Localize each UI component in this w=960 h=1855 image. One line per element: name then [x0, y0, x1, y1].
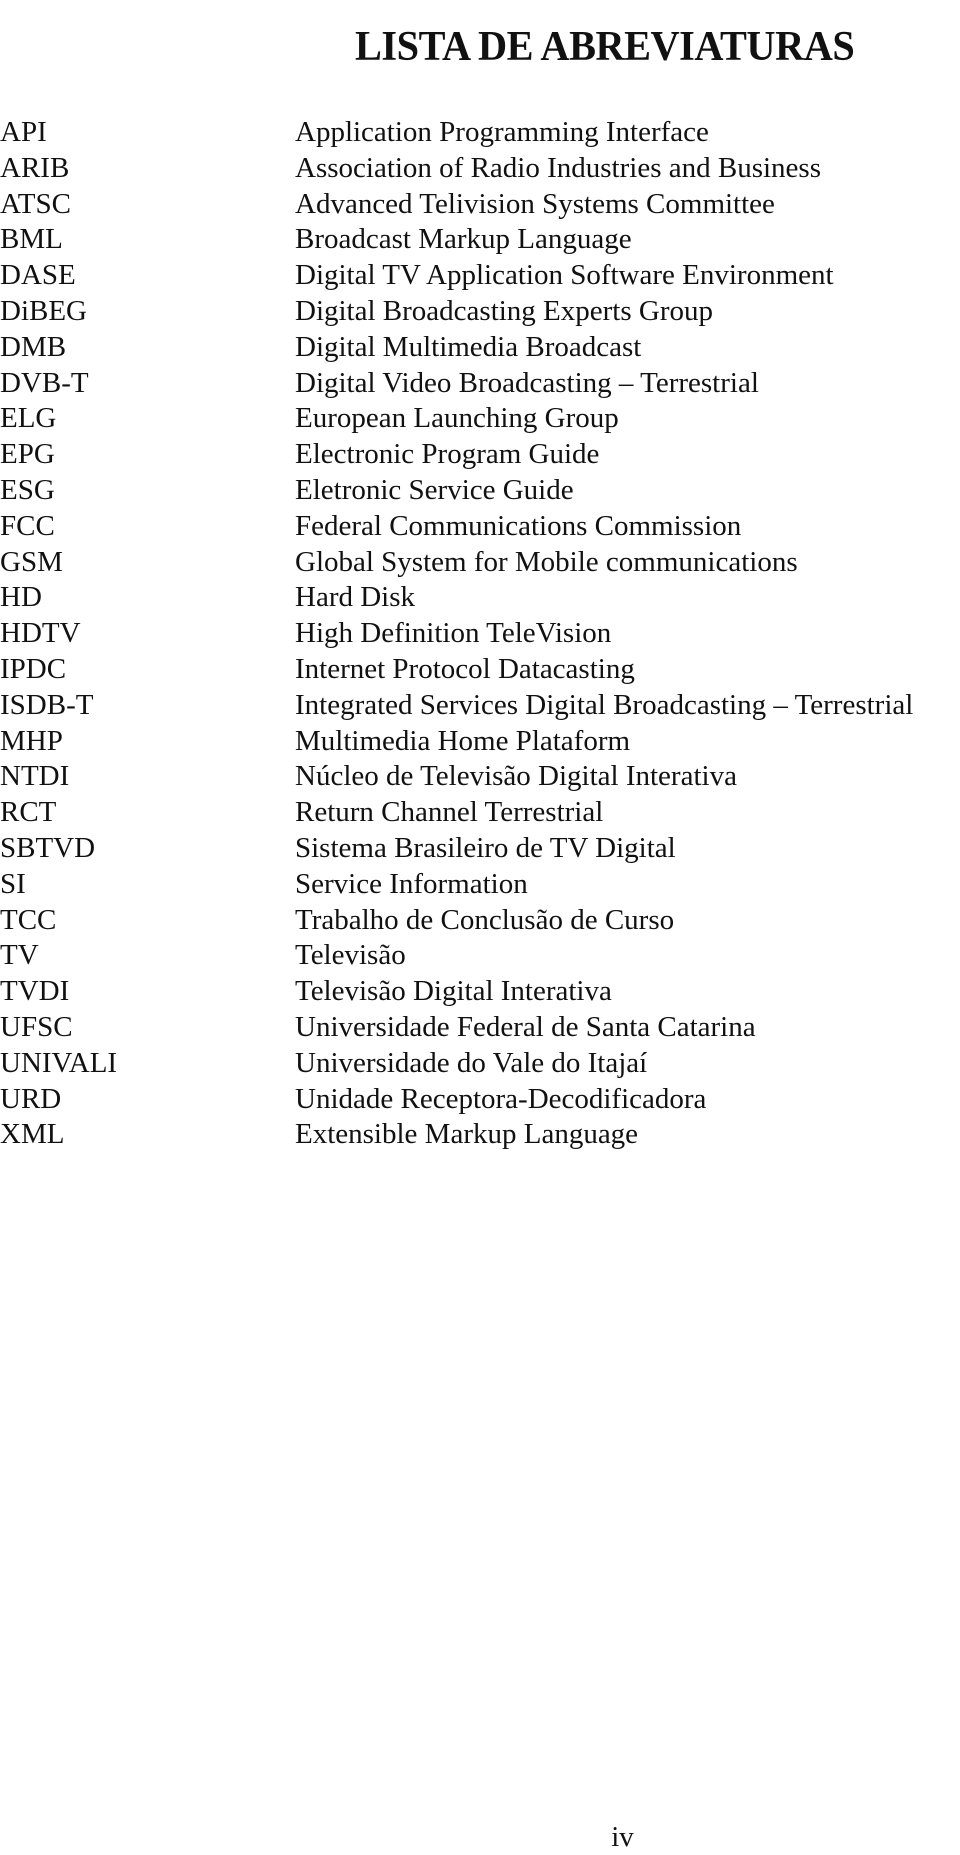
abbreviation-row: RCT Return Channel Terrestrial — [0, 795, 960, 831]
abbreviation-row: TVDI Televisão Digital Interativa — [0, 974, 960, 1010]
abbreviation-row: ARIB Association of Radio Industries and … — [0, 151, 960, 187]
abbreviation-term: API — [0, 116, 47, 148]
abbreviation-term: XML — [0, 1118, 65, 1151]
abbreviation-term: HDTV — [0, 617, 81, 650]
abbreviation-row: NTDI Núcleo de Televisão Digital Interati… — [0, 759, 960, 795]
abbreviation-definition: Digital Broadcasting Experts Group — [295, 294, 713, 327]
abbreviation-term: DiBEG — [0, 294, 87, 327]
abbreviation-row: TV Televisão — [0, 938, 960, 974]
abbreviation-definition: Eletronic Service Guide — [295, 473, 574, 506]
abbreviation-definition: Multimedia Home Plataform — [295, 724, 631, 757]
abbreviation-row: UNIVALI Universidade do Vale do Itajaí — [0, 1046, 960, 1082]
abbreviation-term: RCT — [0, 796, 57, 829]
abbreviation-row: XML Extensible Markup Language — [0, 1117, 960, 1153]
abbreviation-definition: Trabalho de Conclusão de Curso — [295, 903, 675, 936]
abbreviation-definition: Federal Communications Commission — [295, 509, 742, 542]
abbreviation-term: URD — [0, 1082, 62, 1115]
abbreviation-definition: Application Programming Interface — [295, 116, 709, 148]
abbreviation-row: ELG European Launching Group — [0, 401, 960, 437]
page-title: LISTA DE ABREVIATURAS — [355, 24, 855, 71]
abbreviation-definition: Global System for Mobile communications — [295, 545, 798, 578]
abbreviation-row: URD Unidade Receptora-Decodificadora — [0, 1082, 960, 1118]
abbreviation-definition: Digital TV Application Software Environm… — [295, 259, 834, 292]
abbreviation-term: BML — [0, 223, 63, 256]
abbreviation-row: DiBEG Digital Broadcasting Experts Group — [0, 294, 960, 330]
abbreviation-row: GSM Global System for Mobile communicatio… — [0, 545, 960, 581]
abbreviation-row: HDTV High Definition TeleVision — [0, 616, 960, 652]
abbreviation-row: BML Broadcast Markup Language — [0, 222, 960, 258]
abbreviation-term: DMB — [0, 330, 67, 363]
abbreviation-term: EPG — [0, 438, 55, 471]
abbreviation-definition: Service Information — [295, 867, 528, 900]
abbreviation-row: UFSC Universidade Federal de Santa Catari… — [0, 1010, 960, 1046]
abbreviation-definition: Extensible Markup Language — [295, 1118, 639, 1151]
abbreviation-row: ATSC Advanced Telivision Systems Committe… — [0, 187, 960, 223]
abbreviation-definition: Internet Protocol Datacasting — [295, 652, 635, 685]
abbreviation-term: ISDB-T — [0, 688, 94, 721]
abbreviation-term: SI — [0, 867, 26, 900]
abbreviation-term: FCC — [0, 509, 55, 542]
abbreviation-row: IPDC Internet Protocol Datacasting — [0, 652, 960, 688]
abbreviation-term: UNIVALI — [0, 1046, 118, 1079]
abbreviation-definition: Núcleo de Televisão Digital Interativa — [295, 760, 737, 793]
abbreviation-definition: High Definition TeleVision — [295, 617, 612, 650]
abbreviation-row: DVB-T Digital Video Broadcasting – Terres… — [0, 366, 960, 402]
abbreviation-definition: European Launching Group — [295, 402, 619, 435]
abbreviation-term: ARIB — [0, 151, 70, 184]
abbreviation-definition: Return Channel Terrestrial — [295, 796, 604, 829]
abbreviation-definition: Digital Video Broadcasting – Terrestrial — [295, 366, 759, 399]
abbreviation-row: ESG Eletronic Service Guide — [0, 473, 960, 509]
abbreviation-row: DMB Digital Multimedia Broadcast — [0, 330, 960, 366]
abbreviation-definition: Digital Multimedia Broadcast — [295, 330, 642, 363]
abbreviation-definition: Universidade Federal de Santa Catarina — [295, 1010, 756, 1043]
abbreviation-row: API Application Programming Interface — [0, 115, 960, 151]
abbreviation-definition: Televisão — [295, 939, 406, 972]
abbreviation-row: DASE Digital TV Application Software Envi… — [0, 258, 960, 294]
abbreviation-row: HD Hard Disk — [0, 580, 960, 616]
abbreviation-definition: Broadcast Markup Language — [295, 223, 632, 256]
abbreviation-definition: Advanced Telivision Systems Committee — [295, 187, 775, 220]
abbreviation-term: ESG — [0, 473, 55, 506]
abbreviation-term: TCC — [0, 903, 57, 936]
abbreviation-definition: Universidade do Vale do Itajaí — [295, 1046, 648, 1079]
abbreviation-term: HD — [0, 581, 42, 614]
abbreviation-definition: Sistema Brasileiro de TV Digital — [295, 831, 676, 864]
abbreviation-term: DASE — [0, 259, 76, 292]
abbreviation-row: ISDB-T Integrated Services Digital Broadc… — [0, 688, 960, 724]
abbreviation-definition: Integrated Services Digital Broadcasting… — [295, 688, 914, 721]
abbreviation-row: SBTVD Sistema Brasileiro de TV Digital — [0, 831, 960, 867]
abbreviation-term: TV — [0, 939, 39, 972]
abbreviation-row: MHP Multimedia Home Plataform — [0, 724, 960, 760]
abbreviation-term: TVDI — [0, 975, 70, 1008]
abbreviation-definition: Unidade Receptora-Decodificadora — [295, 1082, 707, 1115]
abbreviation-term: IPDC — [0, 652, 67, 685]
abbreviation-definition: Televisão Digital Interativa — [295, 975, 612, 1008]
abbreviation-row: TCC Trabalho de Conclusão de Curso — [0, 903, 960, 939]
abbreviation-definition: Electronic Program Guide — [295, 438, 600, 471]
abbreviation-definition: Hard Disk — [295, 581, 416, 614]
abbreviation-term: ATSC — [0, 187, 71, 220]
abbreviation-term: NTDI — [0, 760, 70, 793]
page-number: iv — [611, 1821, 634, 1853]
abbreviation-row: EPG Electronic Program Guide — [0, 437, 960, 473]
abbreviation-row: SI Service Information — [0, 867, 960, 903]
abbreviation-term: DVB-T — [0, 366, 89, 399]
abbreviation-term: MHP — [0, 724, 63, 757]
abbreviation-term: UFSC — [0, 1010, 73, 1043]
abbreviation-term: GSM — [0, 545, 63, 578]
abbreviation-term: ELG — [0, 402, 57, 435]
abbreviation-definition: Association of Radio Industries and Busi… — [295, 151, 821, 184]
abbreviation-row: FCC Federal Communications Commission — [0, 509, 960, 545]
abbreviation-list: API Application Programming Interface ARIB… — [0, 115, 960, 1153]
abbreviation-term: SBTVD — [0, 831, 96, 864]
